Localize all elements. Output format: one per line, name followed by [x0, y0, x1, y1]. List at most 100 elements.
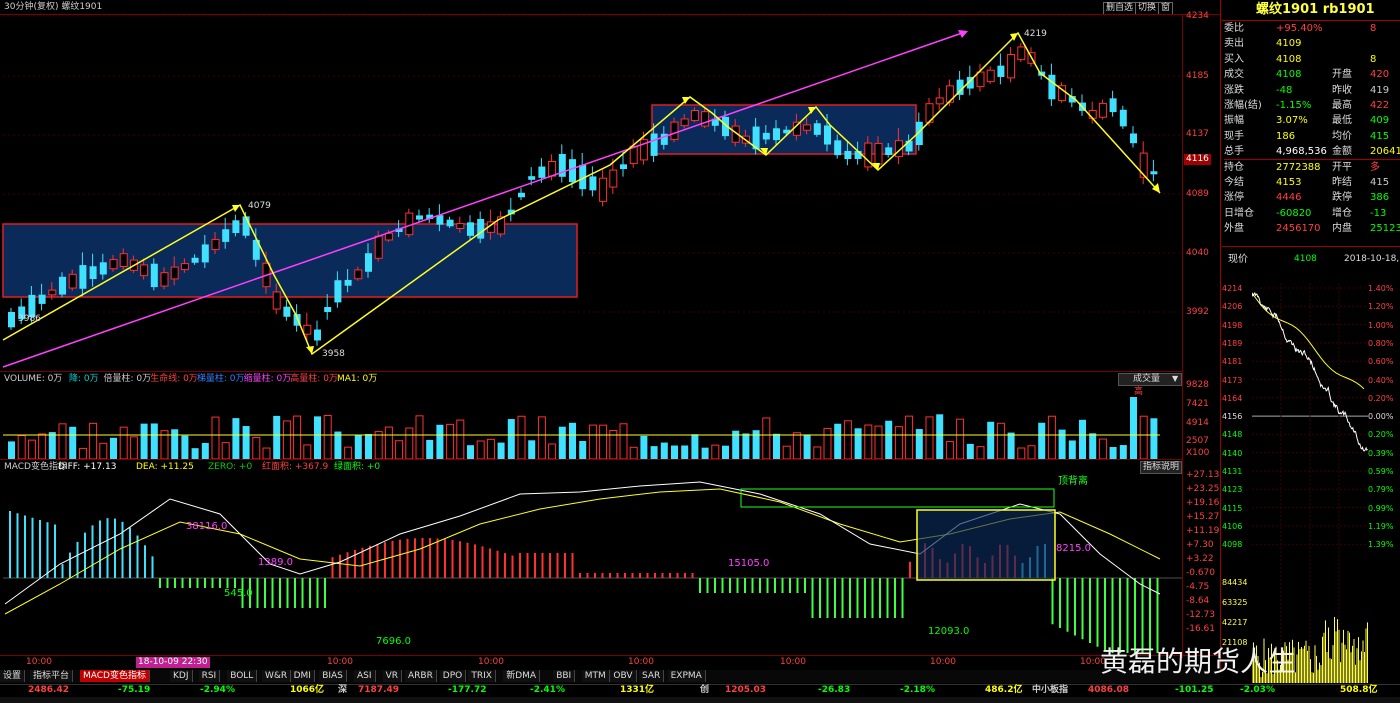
mini-price-tick: 4098 [1222, 540, 1243, 550]
candle-up [456, 223, 465, 229]
quote-value: 4446 [1276, 192, 1302, 204]
volume-chart: 高 [3, 386, 1160, 459]
volume-bar [110, 437, 117, 459]
candle-up [272, 291, 281, 310]
indicator-tab[interactable]: EXPMA [667, 670, 706, 682]
indicator-tab[interactable]: DPO [439, 670, 467, 682]
candle-up [180, 263, 189, 271]
indicator-tab[interactable]: KDJ [170, 670, 193, 682]
volume-bar [497, 442, 505, 459]
high-4219-label: 4219 [1024, 29, 1047, 39]
macd-tick: +3.22 [1186, 554, 1214, 564]
candle-down [1119, 109, 1127, 127]
volume-bar [722, 445, 729, 459]
candle-up [670, 121, 679, 141]
volume-bar [58, 423, 67, 459]
chevron-down-icon[interactable]: ▼ [1172, 373, 1178, 384]
indicator-tab[interactable]: BOLL [227, 670, 258, 682]
time-tick: 10:00 [628, 657, 654, 667]
volume-bar [426, 439, 434, 459]
volume-bar [150, 423, 158, 459]
price-tick: 4137 [1186, 129, 1209, 139]
indicator-tab[interactable]: OBV [610, 670, 637, 682]
volume-bar [446, 423, 455, 459]
candle-up [48, 289, 57, 296]
macd-legend-item: 绿面积: +0 [334, 462, 381, 472]
candle-down [8, 311, 15, 328]
quote-label: 昨结 [1332, 177, 1352, 188]
status-item: 1331亿 [620, 685, 655, 695]
quote-value: 409 [1370, 115, 1390, 127]
volume-bar [1139, 415, 1148, 459]
volume-legend-item: MA1: 0万 [337, 374, 378, 384]
indicator-tab[interactable]: BBI [553, 670, 576, 682]
volume-bar [221, 442, 230, 459]
indicator-tab[interactable]: MTM [581, 670, 610, 682]
mini-volume-tick: 63325 [1222, 598, 1248, 607]
quote-label: 开平 [1332, 161, 1352, 173]
volume-bar [181, 435, 189, 459]
indicator-tab[interactable]: VR [382, 670, 403, 682]
candle-up [1139, 152, 1148, 178]
indicator-tab[interactable]: RSI [198, 670, 221, 682]
quote-panel: 螺纹1901 rb1901 委比 +95.40% 8 卖出 4109 买入 4108 8 成交 4… [1222, 0, 1400, 684]
indicator-tab[interactable]: 设置 [0, 670, 26, 682]
volume-bar [996, 422, 1005, 459]
volume-bar [374, 431, 383, 459]
indicator-tab[interactable]: ARBR [405, 670, 437, 682]
quote-value: 4109 [1276, 38, 1302, 50]
candle-down [518, 192, 525, 198]
candle-up [354, 269, 363, 280]
volume-bar [507, 419, 515, 459]
volume-bar [1017, 447, 1026, 459]
indicator-tab[interactable]: 新DMA [503, 670, 541, 682]
candle-up [1088, 110, 1097, 119]
macd-axis: +27.13 +23.25 +19.16 +15.27 +11.19 +7.30 +3.22… [1186, 470, 1220, 650]
candle-up [303, 324, 312, 335]
candle-down [1150, 171, 1158, 175]
quote-row: 卖出 4109 [1224, 36, 1400, 51]
time-axis-separator [0, 655, 1220, 656]
indicator-tab[interactable]: ASI [354, 670, 376, 682]
quote-label: 现手 [1224, 130, 1244, 142]
macd-area-label: 38116.0 [186, 521, 227, 532]
quote-value: 4108 [1276, 69, 1302, 81]
volume-bar [293, 415, 302, 459]
indicator-help-button[interactable]: 指标说明 [1140, 461, 1183, 474]
volume-bar [579, 440, 587, 459]
indicator-tab[interactable]: SAR [639, 670, 665, 682]
mini-price-tick: 4131 [1222, 467, 1243, 476]
quote-value: -13 [1370, 207, 1387, 219]
volume-bar [1098, 438, 1107, 459]
mini-percent-axis: 1.40% 1.20% 1.00% 0.80% 0.60% 0.40% 0.20% 0.00%… [1368, 283, 1400, 553]
indicator-tab[interactable]: BIAS [319, 670, 347, 682]
time-cursor-label: 18-10-09 22:30 [136, 657, 210, 668]
candle-down [232, 220, 240, 233]
quote-label: 均价 [1332, 130, 1352, 142]
price-tick: 4089 [1186, 189, 1209, 199]
candle-up [548, 160, 557, 177]
candle-down [762, 132, 770, 140]
indicator-tab[interactable]: MACD变色指标 [80, 670, 150, 682]
volume-bar [1109, 447, 1117, 459]
status-item: 486.2亿 [985, 685, 1023, 695]
volume-tick: X100 [1186, 448, 1210, 458]
volume-bar [415, 415, 424, 459]
indicator-tab[interactable]: TRIX [468, 670, 496, 682]
indicator-tab[interactable]: W&R [262, 670, 292, 682]
indicator-tab[interactable]: DMI [290, 670, 315, 682]
candle-down [997, 65, 1005, 77]
candlestick-chart[interactable]: 4219 4079 3958 3986 [0, 15, 1182, 371]
divergence-label: 顶背离 [1058, 474, 1088, 487]
quote-value: 415 [1370, 177, 1390, 188]
volume-bar [803, 434, 811, 459]
status-item: 中小板指 [1032, 685, 1069, 695]
time-tick: 10:00 [780, 657, 806, 667]
macd-separator [0, 459, 1182, 460]
status-item: -2.94% [200, 685, 235, 695]
candle-down [1130, 133, 1137, 144]
macd-tick: +15.27 [1186, 512, 1220, 522]
quote-value: 386 [1370, 192, 1390, 204]
indicator-tab[interactable]: 指标平台 [30, 670, 74, 682]
volume-bar [1007, 432, 1015, 459]
